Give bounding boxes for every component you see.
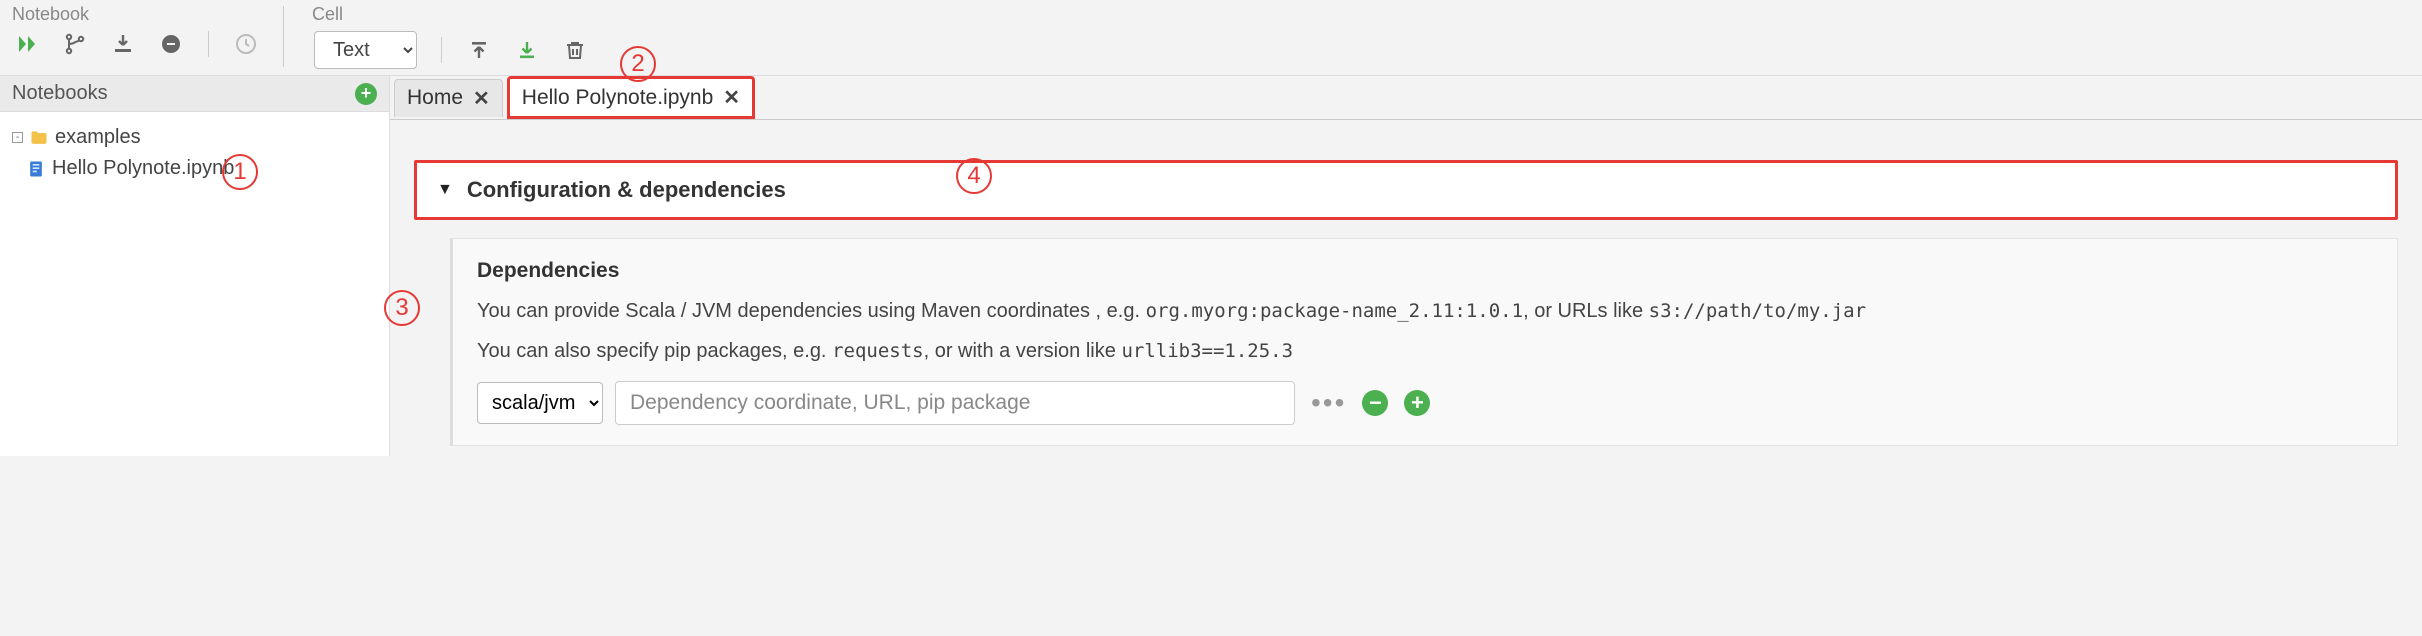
cell-type-select[interactable]: Text — [314, 31, 417, 69]
toolbar-separator — [208, 31, 209, 57]
example-pip-version: urllib3==1.25.3 — [1121, 340, 1293, 362]
toolbar-separator — [441, 37, 442, 63]
annotation-3: 3 — [384, 290, 420, 326]
tree-item-label: Hello Polynote.ipynb — [52, 157, 234, 180]
tab-label: Home — [407, 86, 463, 110]
config-header[interactable]: ▼ Configuration & dependencies — [414, 160, 2398, 220]
tab-label: Hello Polynote.ipynb — [522, 86, 713, 110]
annotation-4: 4 — [956, 158, 992, 194]
dependency-input-row: scala/jvm ••• − + — [477, 381, 2373, 425]
tree-folder-examples[interactable]: ‐ examples — [8, 122, 381, 153]
toolbar-group-divider — [283, 6, 284, 67]
add-notebook-button[interactable]: + — [355, 83, 377, 105]
content-area: Home ✕ Hello Polynote.ipynb ✕ 2 ▼ Config… — [390, 76, 2422, 456]
toolbar-group-notebook: Notebook — [8, 4, 259, 69]
sidebar-header: Notebooks + — [0, 76, 389, 112]
add-dependency-button[interactable]: + — [1404, 390, 1430, 416]
stop-icon[interactable] — [158, 31, 184, 57]
folder-icon — [29, 128, 49, 148]
example-url: s3://path/to/my.jar — [1649, 300, 1866, 322]
notebook-body: 2 ▼ Configuration & dependencies 4 3 Dep… — [390, 120, 2422, 456]
example-maven-coord: org.myorg:package-name_2.11:1.0.1 — [1146, 300, 1524, 322]
branch-icon[interactable] — [62, 31, 88, 57]
tab-home[interactable]: Home ✕ — [394, 79, 503, 117]
move-up-icon[interactable] — [466, 37, 492, 63]
disclosure-down-icon: ▼ — [437, 181, 453, 199]
deps-title: Dependencies — [477, 259, 2373, 283]
group-label-cell: Cell — [312, 4, 588, 25]
trash-icon[interactable] — [562, 37, 588, 63]
dependency-type-select[interactable]: scala/jvm — [477, 382, 603, 424]
close-icon[interactable]: ✕ — [723, 85, 740, 110]
move-down-icon[interactable] — [514, 37, 540, 63]
remove-dependency-button[interactable]: − — [1362, 390, 1388, 416]
download-icon[interactable] — [110, 31, 136, 57]
tree-item-label: examples — [55, 126, 141, 149]
clock-icon[interactable] — [233, 31, 259, 57]
deps-help-line2: You can also specify pip packages, e.g. … — [477, 337, 2373, 365]
toolbar-group-cell: Cell Text — [308, 4, 588, 69]
group-label-notebook: Notebook — [12, 4, 259, 25]
example-pip-pkg: requests — [832, 340, 924, 362]
sidebar-title: Notebooks — [12, 82, 108, 105]
annotation-1: 1 — [222, 154, 258, 190]
sidebar: Notebooks + ‐ examples Hello Polynote.ip… — [0, 76, 390, 456]
notebook-tree: ‐ examples Hello Polynote.ipynb 1 — [0, 112, 389, 194]
dependencies-panel: Dependencies You can provide Scala / JVM… — [450, 238, 2398, 446]
top-toolbar: Notebook — [0, 0, 2422, 76]
tree-notebook-hello[interactable]: Hello Polynote.ipynb — [8, 153, 381, 184]
config-header-label: Configuration & dependencies — [467, 177, 786, 203]
tab-bar: Home ✕ Hello Polynote.ipynb ✕ — [390, 76, 2422, 120]
tab-hello-polynote[interactable]: Hello Polynote.ipynb ✕ — [507, 76, 755, 119]
deps-help-line1: You can provide Scala / JVM dependencies… — [477, 297, 2373, 325]
more-options-icon[interactable]: ••• — [1307, 387, 1350, 419]
run-all-icon[interactable] — [14, 31, 40, 57]
notebook-icon — [26, 159, 46, 179]
close-icon[interactable]: ✕ — [473, 86, 490, 111]
dependency-input[interactable] — [615, 381, 1295, 425]
collapse-toggle-icon[interactable]: ‐ — [12, 132, 23, 143]
annotation-2: 2 — [620, 46, 656, 82]
